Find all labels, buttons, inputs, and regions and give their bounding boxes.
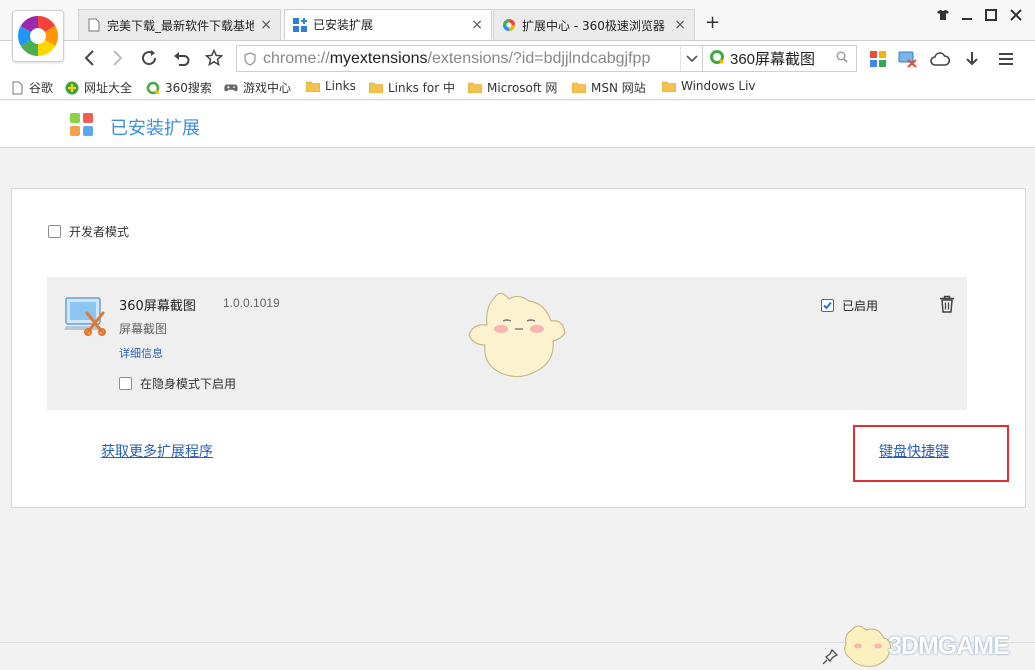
- reload-icon: [142, 50, 157, 66]
- pin-icon[interactable]: [822, 649, 838, 665]
- extension-card: 360屏幕截图 1.0.0.1019 屏幕截图 详细信息 在隐身模式下启用 已启…: [47, 277, 967, 410]
- menu-icon[interactable]: [996, 49, 1016, 69]
- undo-close-button[interactable]: [171, 47, 193, 69]
- bookmark-site-directory[interactable]: 网址大全: [65, 79, 132, 96]
- close-icon[interactable]: ×: [260, 17, 272, 33]
- search-ring-icon: [146, 81, 160, 95]
- browser-logo[interactable]: [12, 10, 64, 62]
- folder-icon: [572, 81, 586, 95]
- extensions-panel: 开发者模式 360屏幕截图 1.0.0.1019 屏幕截图 详细信息 在隐身模式…: [11, 188, 1026, 508]
- page-icon: [10, 81, 24, 95]
- back-arrow-icon: [84, 50, 94, 66]
- title-bar: 完美下载_最新软件下载基地 × 已安装扩展 × 扩展中心 - 360极速浏览器 …: [0, 0, 1035, 62]
- star-icon: [205, 49, 223, 67]
- reload-button[interactable]: [138, 47, 160, 69]
- gamepad-icon: [224, 81, 238, 95]
- extension-name: 360屏幕截图: [119, 299, 196, 314]
- bookmark-microsoft[interactable]: Microsoft 网: [468, 79, 557, 96]
- search-icon[interactable]: [836, 51, 848, 66]
- developer-mode-toggle[interactable]: 开发者模式: [48, 223, 129, 240]
- bookmark-links[interactable]: Links: [306, 79, 356, 93]
- developer-mode-checkbox[interactable]: [48, 225, 61, 238]
- folder-icon: [306, 79, 320, 93]
- toolbar: chrome://myextensions/extensions/?id=bdj…: [0, 40, 1035, 76]
- page-header: 已安装扩展: [0, 101, 1035, 148]
- extensions-grid-icon: [70, 113, 93, 136]
- bookmark-label: Microsoft 网: [487, 81, 558, 95]
- bookmark-label: Windows Liv: [681, 79, 756, 93]
- tab-label: 扩展中心 - 360极速浏览器 -: [522, 18, 669, 33]
- close-icon[interactable]: ×: [471, 17, 483, 33]
- watermark-text: 3DMGAME: [888, 632, 1010, 660]
- close-icon[interactable]: ×: [674, 17, 686, 33]
- folder-icon: [369, 81, 383, 95]
- search-engine-icon[interactable]: [709, 49, 725, 68]
- bookmark-label: 网址大全: [84, 81, 133, 95]
- mascot-illustration: [468, 292, 566, 378]
- close-window-icon[interactable]: [1007, 6, 1025, 24]
- extensions-icon: [293, 17, 307, 32]
- developer-mode-label: 开发者模式: [69, 225, 130, 239]
- new-tab-button[interactable]: +: [705, 12, 720, 33]
- skin-icon[interactable]: [934, 6, 952, 24]
- search-box[interactable]: 360屏幕截图: [702, 45, 857, 72]
- bookmark-links-for-china[interactable]: Links for 中: [369, 79, 455, 96]
- more-extensions-link[interactable]: 获取更多扩展程序: [101, 441, 213, 461]
- cloud-icon[interactable]: [930, 49, 950, 69]
- enabled-label: 已启用: [842, 299, 879, 313]
- bookmark-game-center[interactable]: 游戏中心: [224, 79, 291, 96]
- extension-version: 1.0.0.1019: [223, 296, 280, 310]
- color-wheel-icon: [502, 18, 516, 32]
- enabled-toggle[interactable]: 已启用: [821, 297, 878, 314]
- apps-grid-icon[interactable]: [868, 49, 888, 69]
- search-input[interactable]: 360屏幕截图: [730, 48, 836, 69]
- bookmark-msn[interactable]: MSN 网站: [572, 79, 646, 96]
- bookmark-label: Links for 中: [388, 81, 455, 95]
- bookmark-label: 谷歌: [29, 81, 54, 95]
- checkmark-icon: [823, 301, 832, 310]
- tab-label: 完美下载_最新软件下载基地: [107, 18, 255, 33]
- extension-description: 屏幕截图: [119, 322, 168, 336]
- incognito-toggle[interactable]: 在隐身模式下启用: [119, 375, 236, 392]
- folder-icon: [662, 79, 676, 93]
- back-button[interactable]: [78, 47, 100, 69]
- url-text[interactable]: chrome://myextensions/extensions/?id=bdj…: [263, 50, 680, 68]
- screenshot-icon[interactable]: [898, 49, 918, 69]
- download-icon[interactable]: [962, 49, 982, 69]
- trash-icon[interactable]: [939, 295, 955, 313]
- tab-perfect-download[interactable]: 完美下载_最新软件下载基地 ×: [78, 9, 281, 40]
- bookmark-star-button[interactable]: [203, 47, 225, 69]
- bookmarks-bar: 谷歌 网址大全 360搜索 游戏中心 Links Links for 中 Mic…: [0, 76, 1035, 100]
- extension-details-link[interactable]: 详细信息: [119, 345, 163, 361]
- minimize-icon[interactable]: [958, 6, 976, 24]
- forward-arrow-icon: [113, 50, 123, 66]
- incognito-label: 在隐身模式下启用: [140, 377, 237, 391]
- undo-icon: [174, 52, 190, 66]
- page-title: 已安装扩展: [110, 118, 200, 139]
- doc-icon: [87, 18, 101, 32]
- folder-icon: [468, 81, 482, 95]
- chevron-down-icon[interactable]: [680, 46, 702, 71]
- tab-installed-extensions[interactable]: 已安装扩展 ×: [284, 9, 492, 40]
- incognito-checkbox[interactable]: [119, 377, 132, 390]
- address-bar[interactable]: chrome://myextensions/extensions/?id=bdj…: [236, 45, 703, 72]
- bookmark-label: 游戏中心: [243, 81, 292, 95]
- plus-circle-icon: [65, 81, 79, 95]
- bookmark-360-search[interactable]: 360搜索: [146, 79, 212, 96]
- enabled-checkbox[interactable]: [821, 299, 834, 312]
- bookmark-label: MSN 网站: [591, 81, 646, 95]
- tab-extension-center[interactable]: 扩展中心 - 360极速浏览器 - ×: [493, 9, 695, 40]
- browser-logo-icon: [18, 16, 58, 56]
- tab-label: 已安装扩展: [313, 18, 374, 32]
- bookmark-label: Links: [325, 79, 356, 93]
- screenshot-tool-icon: [64, 297, 106, 336]
- maximize-icon[interactable]: [982, 6, 1000, 24]
- forward-button[interactable]: [107, 47, 129, 69]
- keyboard-shortcuts-link[interactable]: 键盘快捷键: [879, 441, 949, 461]
- bookmark-windows-live[interactable]: Windows Liv: [662, 79, 756, 93]
- page-info-icon[interactable]: [237, 51, 263, 66]
- bookmark-google[interactable]: 谷歌: [10, 79, 53, 96]
- bookmark-label: 360搜索: [165, 81, 212, 95]
